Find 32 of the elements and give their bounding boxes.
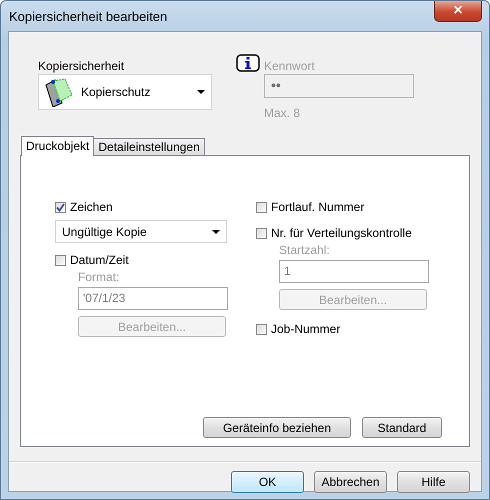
input-field[interactable]: 1: [279, 260, 429, 283]
field-label: Kennwort: [264, 58, 316, 74]
checkbox-label[interactable]: Job-Nummer: [271, 322, 340, 336]
close-button[interactable]: ×: [434, 1, 482, 22]
field-label: Startzahl:: [279, 242, 331, 258]
field-label: Format:: [78, 269, 120, 285]
stamp-dropdown[interactable]: Ungültige Kopie: [55, 220, 227, 243]
window-title: Kopiersicherheit bearbeiten: [9, 8, 168, 24]
checkbox[interactable]: [55, 202, 66, 212]
default-button[interactable]: Standard: [362, 417, 442, 438]
checkbox-label[interactable]: Zeichen: [70, 200, 113, 214]
tab[interactable]: Detaileinstellungen: [93, 138, 205, 155]
field-label: Kopiersicherheit: [38, 58, 126, 74]
hint-text: Max. 8: [264, 106, 302, 120]
checkbox[interactable]: [55, 254, 66, 266]
dropdown-arrow-icon: [212, 230, 220, 234]
info-icon: [236, 54, 260, 72]
tab[interactable]: Druckobjekt: [21, 136, 94, 156]
dialog-button[interactable]: Hilfe: [397, 471, 470, 493]
checkbox-label[interactable]: Fortlauf. Nummer: [271, 200, 364, 214]
checkbox[interactable]: [256, 202, 267, 212]
dialog-button[interactable]: OK: [231, 471, 304, 493]
checkbox-label[interactable]: Datum/Zeit: [70, 253, 129, 267]
document-icon: [43, 77, 73, 107]
dialog-button[interactable]: Abbrechen: [314, 471, 387, 493]
checkbox[interactable]: [256, 324, 267, 334]
security-dropdown[interactable]: Kopierschutz: [38, 74, 212, 110]
input-field[interactable]: '07/1/23: [78, 287, 228, 310]
checkbox-label[interactable]: Nr. für Verteilungskontrolle: [271, 226, 412, 240]
checkbox[interactable]: [256, 228, 267, 238]
dropdown-arrow-icon: [197, 90, 205, 94]
device-info-button[interactable]: Geräteinfo beziehen: [203, 417, 351, 438]
